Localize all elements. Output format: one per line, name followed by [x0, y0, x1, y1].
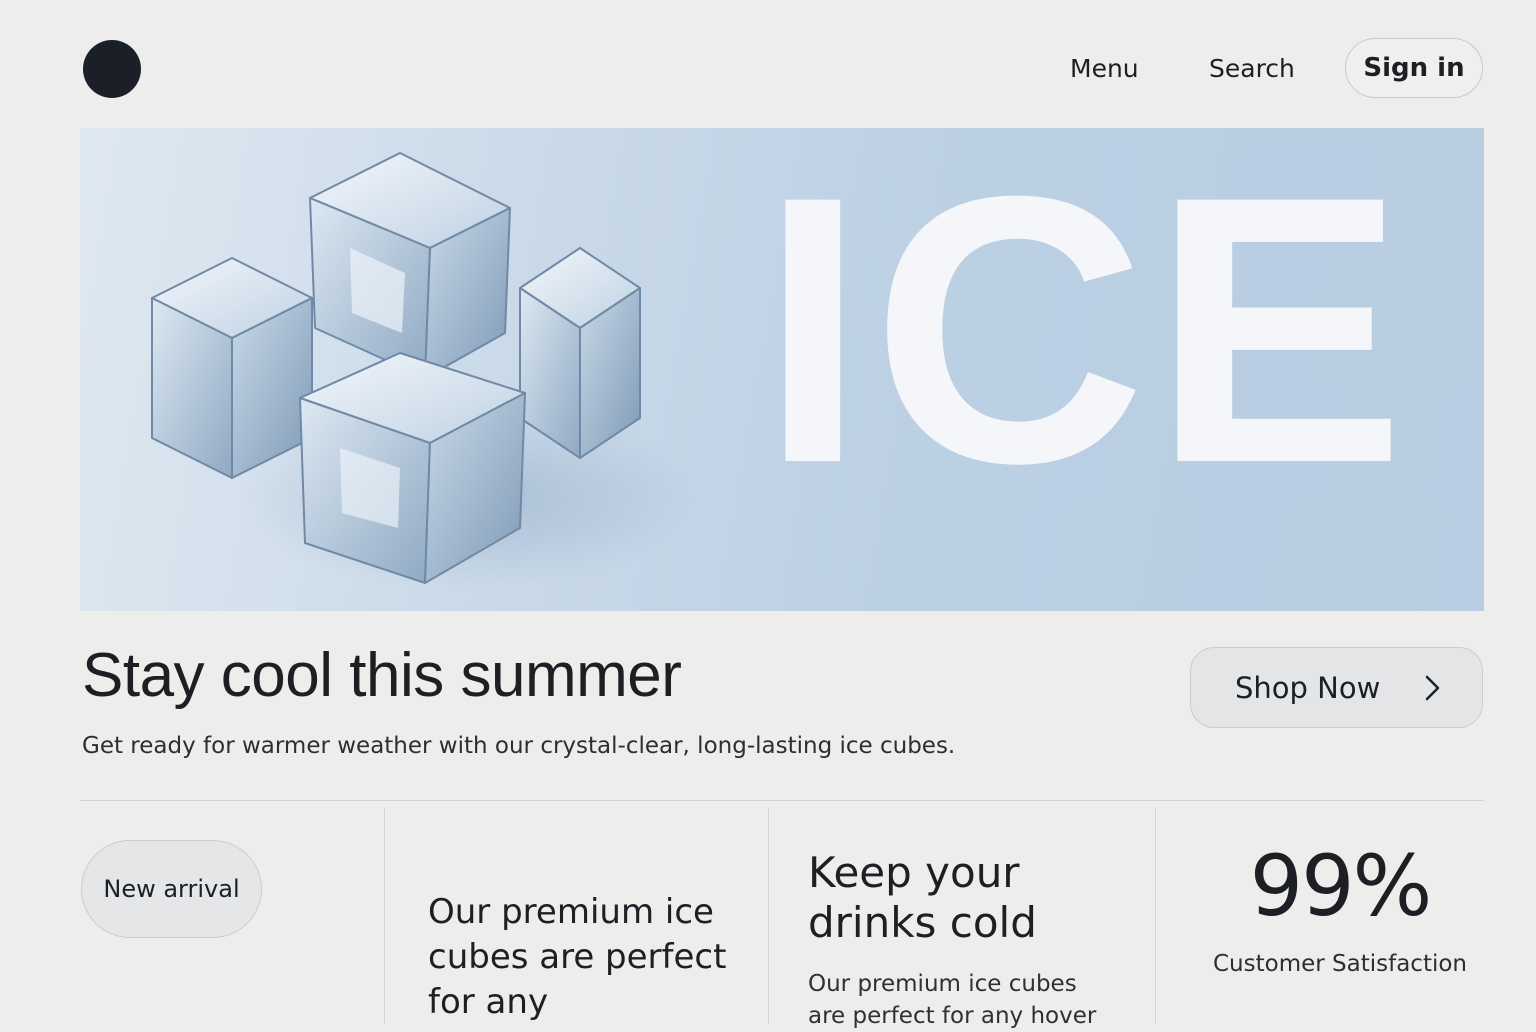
logo[interactable] — [83, 40, 141, 98]
satisfaction-label: Customer Satisfaction — [1212, 951, 1467, 977]
nav-search-link[interactable]: Search — [1209, 52, 1295, 86]
hero-banner: ICE — [80, 128, 1484, 611]
sign-in-button[interactable]: Sign in — [1345, 38, 1483, 98]
page-subtitle: Get ready for warmer weather with our cr… — [82, 733, 956, 759]
column-divider — [384, 808, 385, 1024]
section-divider — [80, 800, 1484, 801]
feature-text: Our premium ice cubes are perfect for an… — [428, 892, 727, 1022]
ice-cubes-illustration — [151, 152, 700, 588]
hero-word: ICE — [760, 128, 1412, 542]
shop-now-label: Shop Now — [1235, 670, 1381, 705]
column-divider — [768, 808, 769, 1024]
satisfaction-stat: 99% — [1249, 837, 1433, 935]
chevron-right-icon — [1425, 675, 1440, 700]
feature-title: Keep your drinks cold — [808, 848, 1037, 947]
column-divider — [1155, 808, 1156, 1024]
feature-description: Our premium ice cubes are perfect for an… — [808, 971, 1097, 1029]
shop-now-button[interactable]: Shop Now — [1190, 647, 1483, 728]
nav-menu-link[interactable]: Menu — [1070, 52, 1139, 86]
page-title: Stay cool this summer — [82, 641, 682, 710]
new-arrival-badge[interactable]: New arrival — [81, 840, 262, 938]
